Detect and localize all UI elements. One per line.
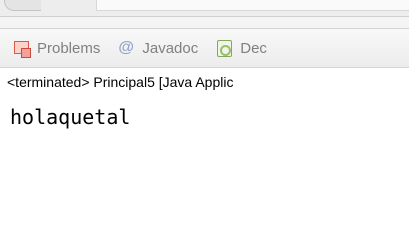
declaration-icon: [216, 39, 234, 57]
tab-declaration[interactable]: Dec: [198, 29, 267, 67]
view-tab-bar: Problems @ Javadoc Dec: [0, 29, 409, 68]
console-view: Problems @ Javadoc Dec <terminated> Prin…: [0, 28, 409, 242]
tab-javadoc-label: Javadoc: [142, 39, 199, 57]
top-toolbar-strip: [0, 0, 409, 17]
tab-problems-label: Problems: [37, 39, 101, 57]
tab-javadoc[interactable]: @ Javadoc: [100, 29, 198, 67]
problems-icon: [13, 39, 31, 58]
console-output[interactable]: holaquetal: [10, 105, 409, 133]
process-status: <terminated> Principal5 [Java Applic: [7, 74, 234, 90]
toolbar-field: [96, 0, 409, 11]
toolbar-corner: [4, 0, 41, 11]
tab-declaration-label: Dec: [240, 39, 267, 57]
at-icon: @: [118, 39, 134, 56]
tab-problems[interactable]: Problems: [0, 29, 100, 67]
